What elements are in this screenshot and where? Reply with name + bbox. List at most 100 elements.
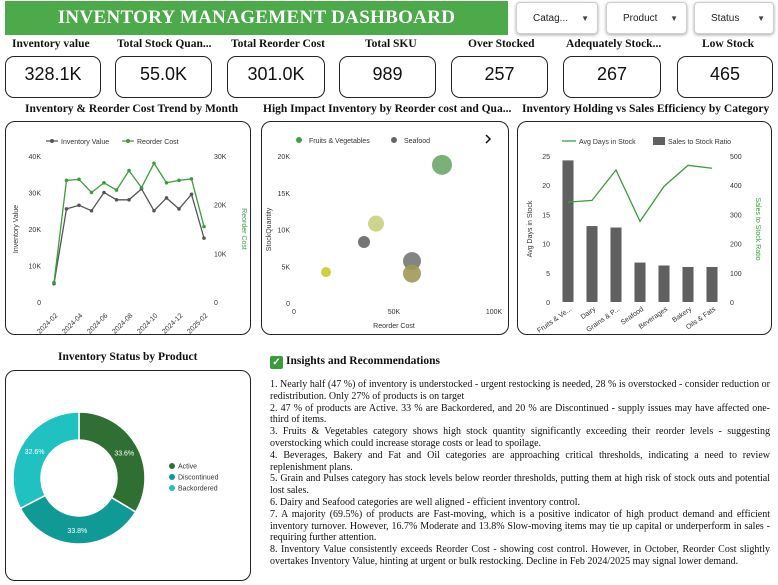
y-axis-label: Avg Days in Stock (527, 200, 534, 257)
data-point (177, 207, 181, 211)
x-tick-label: 2024-04 (61, 312, 84, 335)
status-donut-chart: 33.6% 33.8% 32.6% Active Discontinued Backord… (12, 411, 219, 545)
data-point (64, 207, 69, 211)
x-tick-label: 2024-02 (36, 312, 59, 335)
y-tick-label: 10K (29, 264, 42, 271)
legend-swatch (653, 137, 665, 145)
data-point (77, 177, 81, 182)
insight-item: 8. Inventory Value consistently exceeds … (270, 544, 770, 567)
series-line (53, 161, 205, 283)
y-tick-label: 5K (281, 264, 290, 271)
legend-label: Seafood (404, 138, 430, 145)
insight-item: 1. Nearly half (47 %) of inventory is un… (270, 379, 770, 402)
scatter-chart-panel: Fruits & Vegetables Seafood 0 5K 10K 15K 20K 0 5… (261, 121, 509, 335)
legend-label: Backordered (178, 486, 218, 493)
data-point (114, 198, 119, 202)
y-tick-label: 25 (542, 154, 550, 161)
insight-item: 3. Fruits & Vegetables category shows hi… (270, 426, 770, 449)
trend-chart-title: Inventory & Reorder Cost Trend by Month (25, 103, 239, 115)
kpi-label-total-stock: Total Stock Quan... (117, 38, 212, 50)
data-point (189, 177, 194, 181)
data-point (127, 168, 131, 173)
legend-label: Inventory Value (61, 139, 109, 146)
trend-chart: Inventory Value Reorder Cost 0 10K 20K 30K 40K… (13, 139, 247, 335)
donut-slice (19, 494, 137, 545)
status-filter-dropdown[interactable]: Status ▼ (694, 2, 774, 34)
data-point (102, 180, 106, 185)
data-point (139, 185, 144, 190)
legend-marker (50, 139, 54, 143)
donut-slice (12, 411, 80, 510)
bar (658, 265, 670, 302)
chevron-down-icon: ▼ (757, 14, 765, 23)
x-tick-label: 0 (292, 309, 296, 316)
data-point (52, 280, 56, 285)
data-point (152, 208, 156, 213)
x-tick-label: 2024-10 (136, 312, 159, 335)
legend-label: Reorder Cost (137, 139, 179, 146)
y-axis-label: Inventory Value (13, 205, 20, 253)
data-point (114, 188, 119, 192)
data-point (89, 208, 94, 213)
y2-tick-label: 0 (730, 300, 734, 307)
kpi-value-total-stock: 55.0K (115, 56, 212, 98)
data-point (164, 180, 169, 185)
data-point (89, 190, 94, 195)
y2-tick-label: 100 (730, 271, 742, 278)
y2-tick-label: 400 (730, 183, 742, 190)
legend-marker (391, 137, 397, 143)
kpi-value-adequately: 267 (563, 56, 661, 98)
bar (682, 266, 694, 302)
y-tick-label: 10 (542, 242, 550, 249)
y-tick-label: 0 (37, 300, 41, 307)
data-point (177, 178, 181, 183)
x-tick-label: 2024-08 (111, 312, 134, 335)
status-filter-label: Status (711, 13, 740, 24)
holding-chart-title: Inventory Holding vs Sales Efficiency by… (522, 103, 770, 115)
y-axis-label: StockQuantity (266, 207, 273, 251)
insight-item: 6. Dairy and Seafood categories are well… (270, 496, 580, 508)
status-chart-title: Inventory Status by Product (58, 351, 198, 363)
data-point (189, 192, 194, 197)
scatter-chart-title: High Impact Inventory by Reorder cost an… (263, 103, 512, 115)
data-point (64, 178, 69, 183)
y2-tick-label: 300 (730, 212, 742, 219)
y2-tick-label: 200 (730, 242, 742, 249)
legend-label: Fruits & Vegetables (309, 138, 370, 145)
slice-label: 33.6% (114, 450, 134, 457)
y-tick-label: 15K (278, 191, 291, 198)
bar (610, 227, 622, 302)
y2-tick-label: 20K (214, 203, 227, 210)
kpi-label-adequately: Adequately Stock... (566, 38, 662, 50)
insight-item: 7. A majority (69.5%) of products are Fa… (270, 508, 770, 544)
insight-item: 4. Beverages, Bakery and Fat and Oil cat… (270, 449, 770, 473)
chevron-down-icon: ▼ (670, 14, 678, 23)
product-filter-label: Product (623, 13, 658, 24)
data-point (77, 203, 81, 208)
x-axis-label: Reorder Cost (373, 323, 415, 330)
check-icon: ✓ (270, 356, 283, 369)
insight-item: 5. Grain and Pulses category has stock l… (270, 473, 770, 497)
insights-title-text: Insights and Recommendations (286, 355, 440, 367)
bar (634, 262, 646, 302)
series-line (53, 187, 205, 284)
product-filter-dropdown[interactable]: Product ▼ (606, 2, 687, 34)
y-tick-label: 0 (286, 301, 290, 308)
trend-chart-panel: Inventory Value Reorder Cost 0 10K 20K 30K 40K… (5, 121, 251, 335)
kpi-value-inventory-value: 328.1K (5, 56, 101, 98)
legend-label: Sales to Stock Ratio (668, 139, 731, 146)
chevron-down-icon: ▼ (581, 14, 589, 23)
category-filter-dropdown[interactable]: Catag... ▼ (516, 2, 598, 34)
legend-marker (169, 463, 175, 469)
slice-label: 32.6% (25, 449, 45, 456)
kpi-value-total-sku: 989 (339, 56, 436, 98)
y2-tick-label: 500 (730, 154, 742, 161)
chevron-right-icon (485, 134, 492, 144)
series-line (567, 164, 713, 223)
legend-label: Active (178, 464, 197, 471)
insights-list: 1. Nearly half (47 %) of inventory is un… (270, 379, 770, 568)
scatter-chart: Fruits & Vegetables Seafood 0 5K 10K 15K 20K 0 5… (266, 134, 502, 330)
y-tick-label: 20K (29, 227, 42, 234)
kpi-value-over-stocked: 257 (451, 56, 548, 98)
legend-marker (169, 474, 175, 480)
